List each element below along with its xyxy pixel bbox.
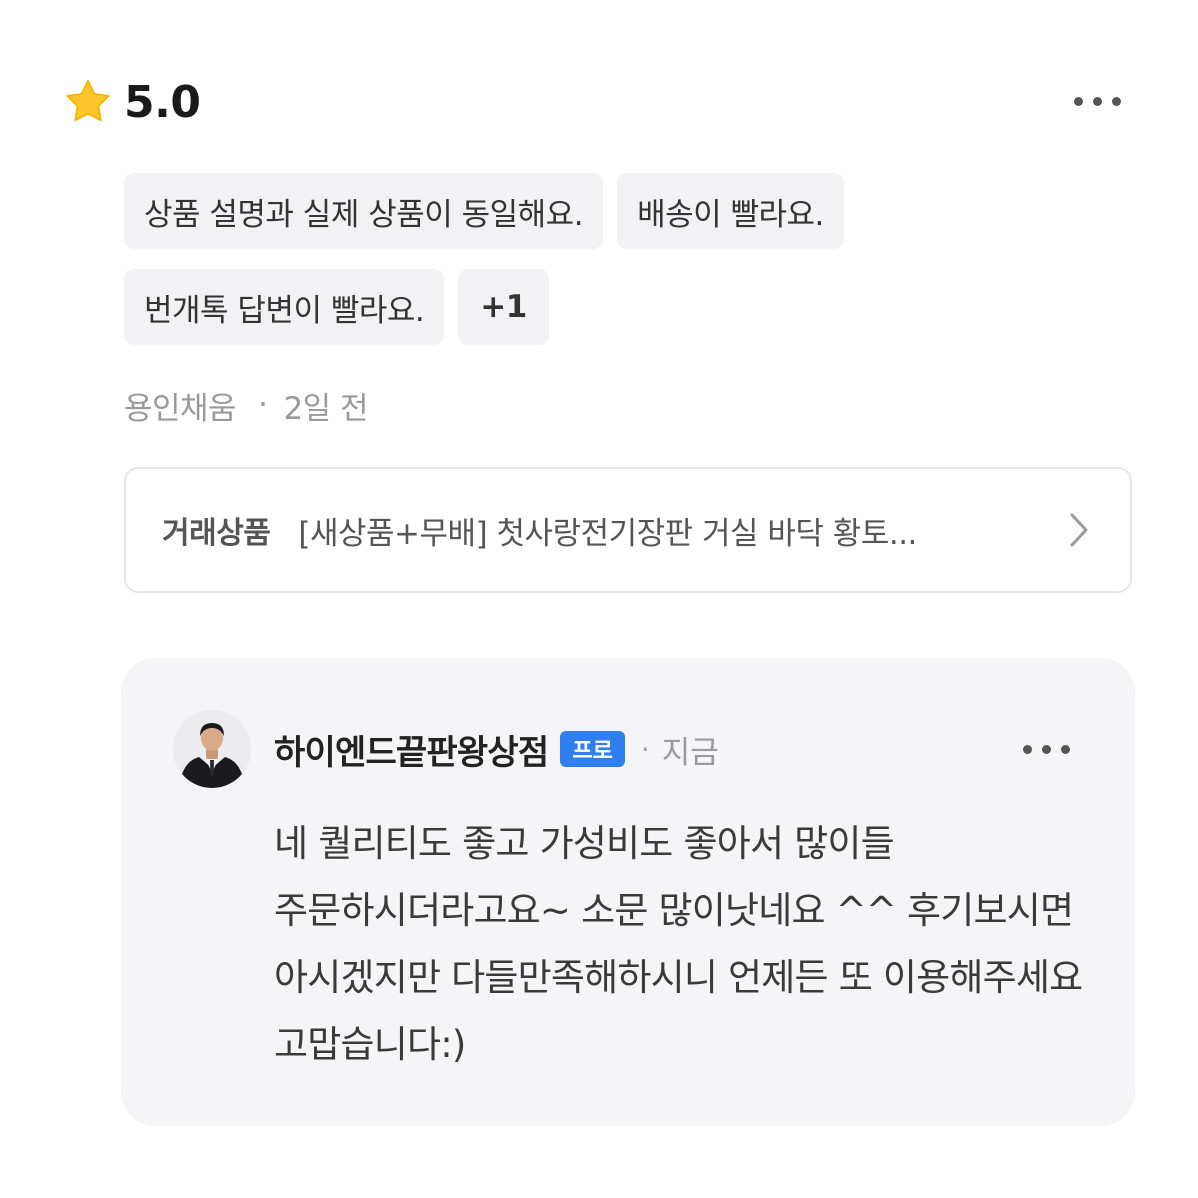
traded-product-link[interactable]: 거래상품 [새상품+무배] 첫사랑전기장판 거실 바닥 황토... bbox=[124, 467, 1132, 593]
avatar-image bbox=[173, 710, 251, 788]
chevron-right-icon bbox=[1070, 513, 1088, 547]
review-more-options-icon[interactable] bbox=[1074, 97, 1121, 106]
seller-avatar[interactable] bbox=[173, 710, 251, 788]
reply-header: 하이엔드끝판왕상점 프로 · 지금 bbox=[274, 722, 719, 776]
review-tags: 상품 설명과 실제 상품이 동일해요. 배송이 빨라요. 번개톡 답변이 빨라요… bbox=[124, 173, 1104, 345]
seller-reply-card: 하이엔드끝판왕상점 프로 · 지금 네 퀄리티도 좋고 가성비도 좋아서 많이들… bbox=[121, 658, 1135, 1126]
dot-icon bbox=[1061, 745, 1070, 754]
seller-name[interactable]: 하이엔드끝판왕상점 bbox=[274, 725, 549, 774]
meta-separator: · bbox=[640, 732, 650, 766]
product-title: [새상품+무배] 첫사랑전기장판 거실 바닥 황토... bbox=[298, 515, 917, 552]
dot-icon bbox=[1093, 97, 1102, 106]
rating-value: 5.0 bbox=[124, 76, 201, 128]
rating-row: 5.0 bbox=[62, 72, 201, 132]
review-meta: 용인채움 · 2일 전 bbox=[124, 380, 369, 430]
dot-icon bbox=[1042, 745, 1051, 754]
product-label: 거래상품 bbox=[162, 516, 271, 551]
meta-separator: · bbox=[258, 387, 268, 423]
dot-icon bbox=[1023, 745, 1032, 754]
reply-text: 네 퀄리티도 좋고 가성비도 좋아서 많이들 주문하시더라고요~ 소문 많이낫네… bbox=[274, 822, 1083, 1066]
review-tag: 상품 설명과 실제 상품이 동일해요. bbox=[124, 173, 604, 249]
review-tag: 배송이 빨라요. bbox=[617, 173, 844, 249]
reply-time: 지금 bbox=[661, 734, 719, 771]
dot-icon bbox=[1112, 97, 1121, 106]
star-icon bbox=[66, 79, 110, 122]
pro-badge: 프로 bbox=[560, 731, 625, 767]
reply-more-options-icon[interactable] bbox=[1023, 745, 1070, 754]
more-tags-button[interactable]: +1 bbox=[458, 269, 549, 345]
reviewer-name[interactable]: 용인채움 bbox=[124, 383, 237, 428]
review-time: 2일 전 bbox=[283, 390, 369, 427]
dot-icon bbox=[1074, 97, 1083, 106]
review-tag: 번개톡 답변이 빨라요. bbox=[124, 269, 445, 345]
